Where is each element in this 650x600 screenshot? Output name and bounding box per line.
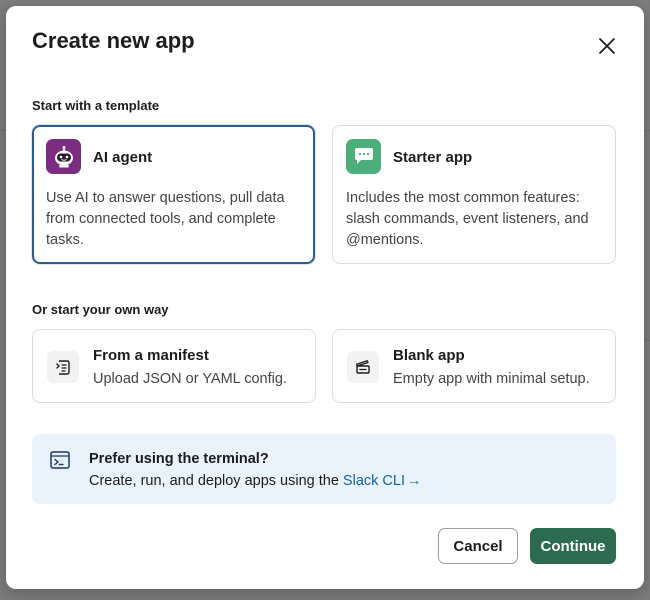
option-card-title: From a manifest: [93, 347, 209, 364]
option-card-blank-app[interactable]: Blank app Empty app with minimal setup.: [332, 329, 616, 403]
arrow-right-icon: →: [406, 473, 422, 489]
template-card-title: Starter app: [393, 149, 473, 166]
template-card-description: Includes the most common features: slash…: [346, 190, 589, 248]
own-way-section-label: Or start your own way: [32, 302, 169, 317]
option-card-from-manifest[interactable]: From a manifest Upload JSON or YAML conf…: [32, 329, 316, 403]
terminal-description-text: Create, run, and deploy apps using the: [89, 473, 343, 489]
template-card-description: Use AI to answer questions, pull data fr…: [46, 190, 285, 248]
background-divider: [644, 130, 650, 131]
create-app-modal: Create new app Start with a template AI …: [6, 6, 644, 589]
clapperboard-icon: [347, 351, 379, 383]
robot-icon: [46, 139, 81, 174]
template-card-title: AI agent: [93, 149, 153, 166]
manifest-icon: [47, 351, 79, 383]
chat-bubble-icon: [346, 139, 381, 174]
option-card-description: Empty app with minimal setup.: [393, 371, 590, 387]
close-button[interactable]: [596, 35, 618, 57]
terminal-title: Prefer using the terminal?: [89, 451, 269, 467]
slack-cli-link[interactable]: Slack CLI →: [343, 473, 422, 489]
terminal-icon: [50, 451, 70, 469]
template-card-ai-agent[interactable]: AI agent Use AI to answer questions, pul…: [32, 125, 315, 264]
template-card-starter-app[interactable]: Starter app Includes the most common fea…: [332, 125, 616, 264]
option-card-title: Blank app: [393, 347, 465, 364]
terminal-info-box: Prefer using the terminal? Create, run, …: [32, 434, 616, 504]
close-icon: [599, 38, 615, 54]
continue-button[interactable]: Continue: [530, 528, 616, 564]
cancel-button[interactable]: Cancel: [438, 528, 518, 564]
terminal-description: Create, run, and deploy apps using the S…: [89, 473, 421, 489]
slack-cli-link-label: Slack CLI: [342, 473, 405, 489]
modal-title: Create new app: [32, 28, 195, 53]
background-divider: [644, 340, 650, 341]
template-section-label: Start with a template: [32, 98, 160, 113]
option-card-description: Upload JSON or YAML config.: [93, 371, 287, 387]
